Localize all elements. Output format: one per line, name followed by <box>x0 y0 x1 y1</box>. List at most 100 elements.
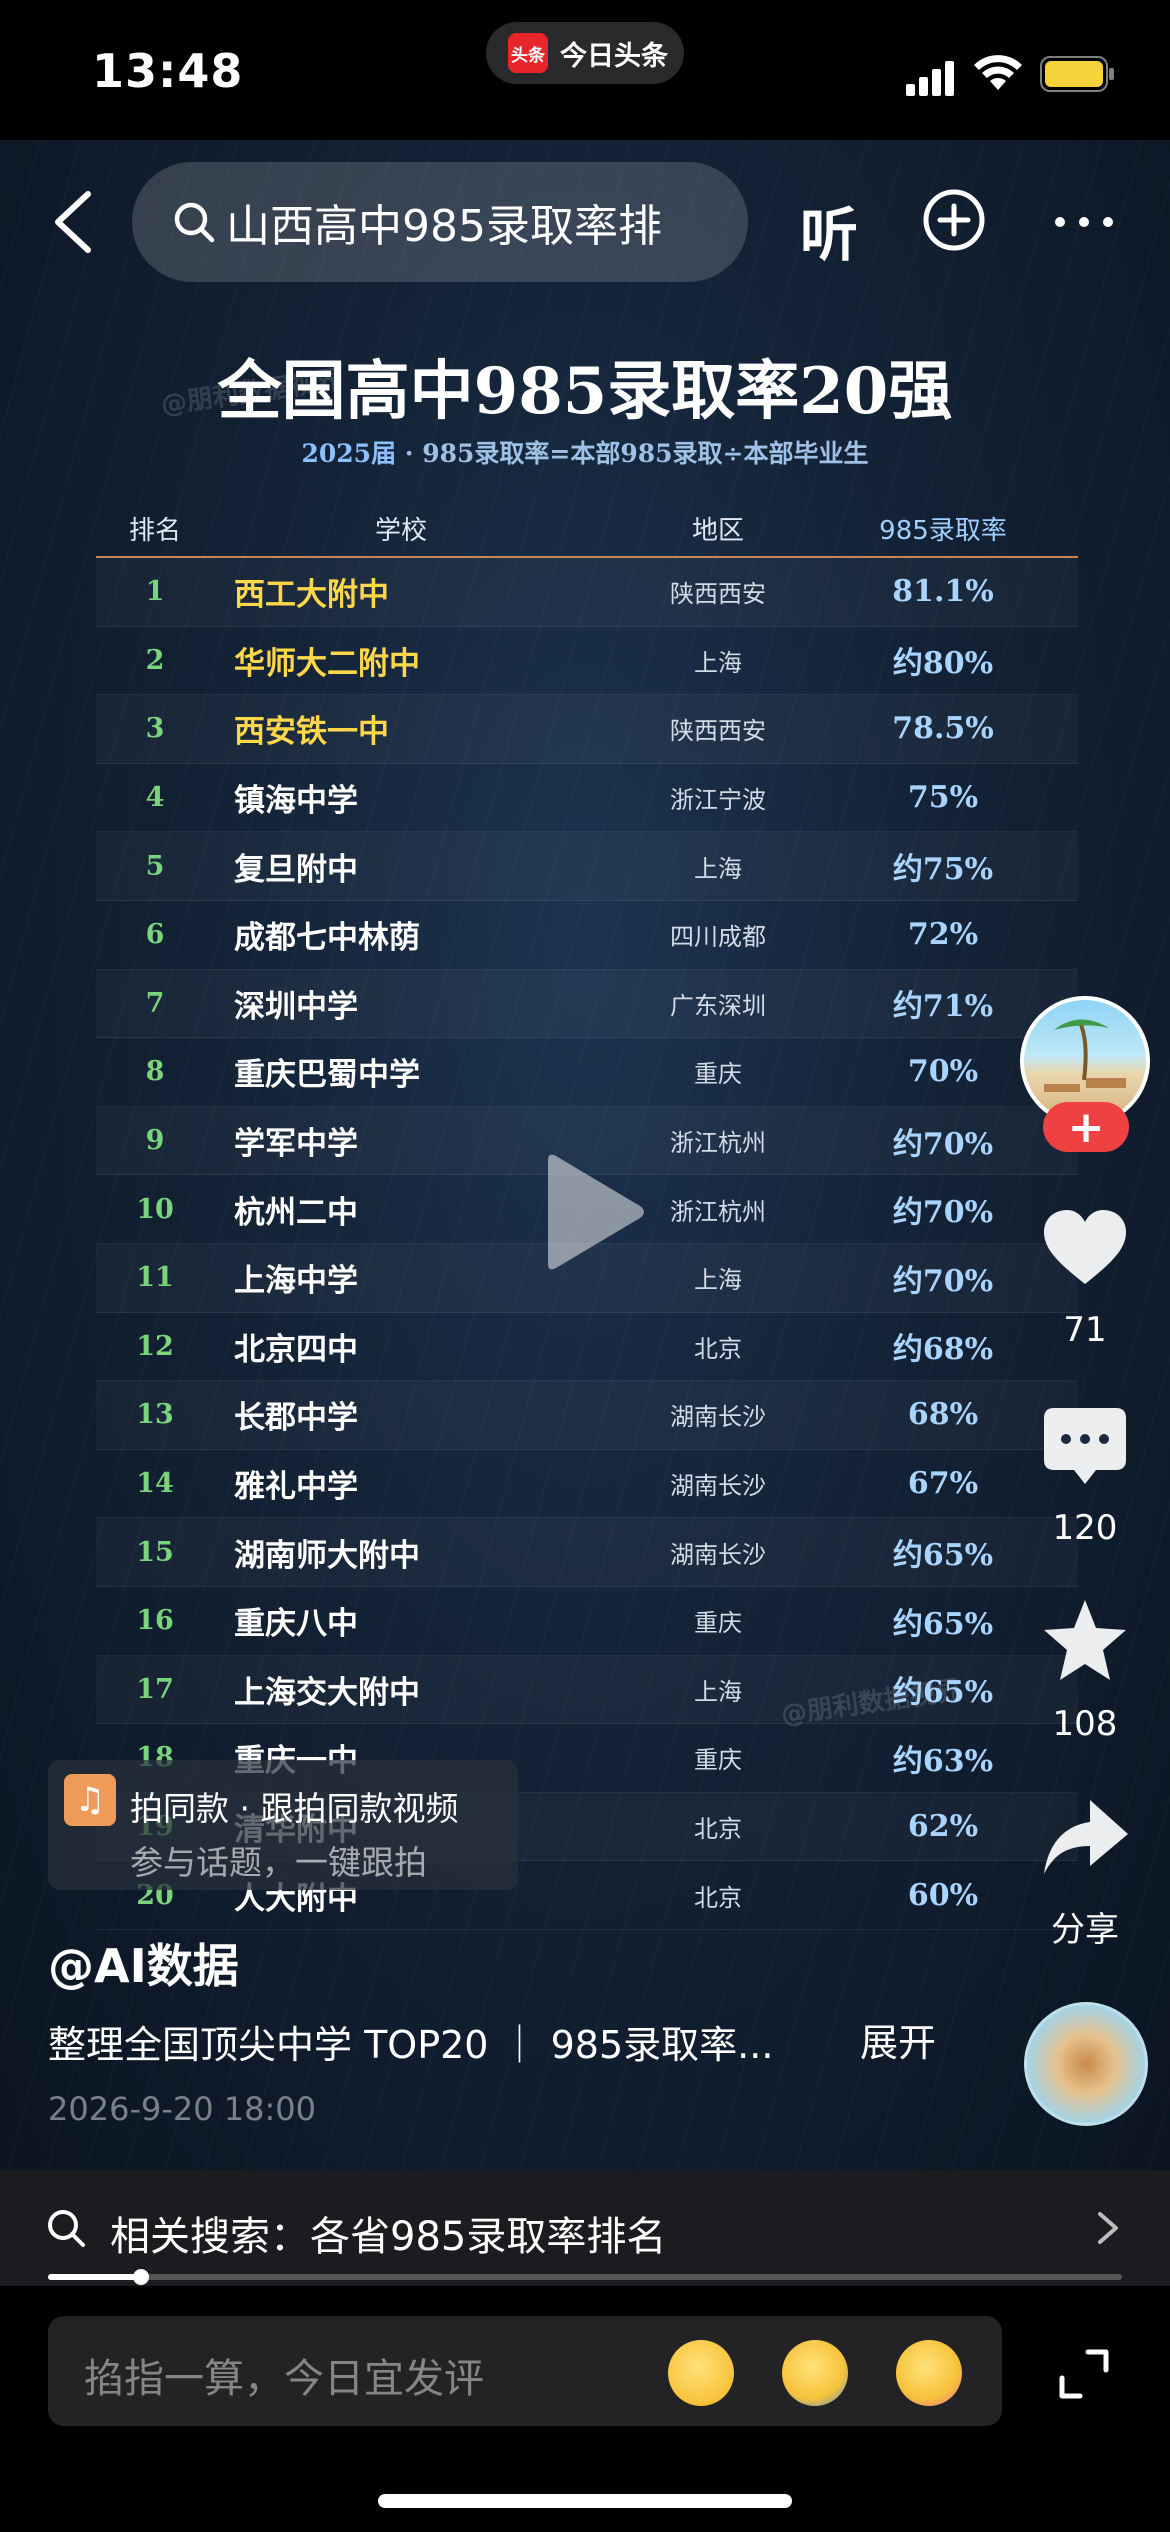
rate-cell: 72% <box>907 917 979 953</box>
rate-cell: 70% <box>907 1054 979 1090</box>
rate-cell: 约63% <box>892 1743 994 1779</box>
chart-subtitle: 2025届 · 985录取率=本部985录取÷本部毕业生 <box>0 434 1170 470</box>
rank-cell: 14 <box>136 1468 174 1500</box>
rate-cell: 约70% <box>892 1195 994 1231</box>
rate-cell: 约75% <box>892 852 994 888</box>
comment-input[interactable]: 掐指一算，今日宜发评 <box>48 2316 1002 2426</box>
region-cell: 陕西西安 <box>670 580 766 609</box>
search-bar[interactable]: 山西高中985录取率排 <box>132 162 748 282</box>
app-switch-pill[interactable]: 头条 今日头条 <box>486 22 684 84</box>
comment-count: 120 <box>1052 1508 1118 1548</box>
school-cell: 杭州二中 <box>234 1194 358 1231</box>
rank-cell: 17 <box>136 1673 174 1705</box>
header-school: 学校 <box>374 515 427 546</box>
search-icon <box>48 2210 85 2247</box>
school-cell: 上海交大附中 <box>234 1674 420 1711</box>
school-cell: 成都七中林荫 <box>234 920 420 957</box>
shoot-same-card[interactable]: ♫ 拍同款 · 跟拍同款视频 参与话题，一键跟拍 <box>48 1760 518 1890</box>
like-heart-icon[interactable] <box>1040 1204 1130 1294</box>
rank-cell: 10 <box>136 1193 174 1225</box>
school-cell: 重庆八中 <box>234 1606 358 1643</box>
region-cell: 陕西西安 <box>670 717 766 746</box>
school-cell: 北京四中 <box>234 1331 358 1368</box>
author-name[interactable]: @AI数据 <box>48 1930 239 1996</box>
school-cell: 重庆巴蜀中学 <box>234 1057 420 1094</box>
follow-button[interactable]: + <box>1043 1102 1129 1153</box>
region-cell: 湖南长沙 <box>670 1403 766 1432</box>
region-cell: 重庆 <box>694 1060 742 1089</box>
home-indicator <box>378 2494 792 2508</box>
table-row: 16 重庆八中 重庆 约65% <box>96 1587 1078 1656</box>
chart-subtitle-year: 2025届 <box>301 439 397 468</box>
table-row: 3 西安铁一中 陕西西安 78.5% <box>96 695 1078 764</box>
comment-bubble-icon[interactable] <box>1040 1402 1130 1492</box>
rank-cell: 3 <box>145 713 165 745</box>
rank-cell: 9 <box>145 1125 165 1157</box>
rate-cell: 约65% <box>892 1606 994 1642</box>
school-cell: 雅礼中学 <box>234 1469 358 1506</box>
table-row: 12 北京四中 北京 约68% <box>96 1313 1078 1382</box>
search-icon <box>174 202 215 243</box>
favorite-count: 108 <box>1052 1704 1118 1744</box>
listen-button[interactable]: 听 <box>800 188 858 272</box>
school-cell: 长郡中学 <box>234 1400 358 1437</box>
add-circle-icon[interactable] <box>922 188 986 252</box>
post-description: 整理全国顶尖中学 TOP20 ｜ 985录取率... <box>48 2023 774 2067</box>
shoot-same-subtitle: 参与话题，一键跟拍 <box>130 1843 427 1882</box>
back-button[interactable] <box>48 190 100 254</box>
rate-cell: 约70% <box>892 1263 994 1299</box>
favorite-star-icon[interactable] <box>1040 1596 1130 1686</box>
video-progress-bar[interactable] <box>48 2269 1122 2285</box>
share-label[interactable]: 分享 <box>1020 1902 1150 1951</box>
region-cell: 广东深圳 <box>670 991 766 1020</box>
region-cell: 上海 <box>694 854 742 883</box>
table-row: 2 华师大二附中 上海 约80% <box>96 627 1078 696</box>
status-bar: 13:48 头条 今日头条 <box>0 0 1170 140</box>
post-date: 2026-9-20 18:00 <box>48 2090 316 2128</box>
related-search-text: 相关搜索：各省985录取率排名 <box>110 2214 667 2260</box>
region-cell: 上海 <box>694 1677 742 1706</box>
table-row: 5 复旦附中 上海 约75% <box>96 832 1078 901</box>
thinking-emoji-icon[interactable] <box>668 2340 734 2406</box>
school-cell: 上海中学 <box>234 1263 358 1300</box>
region-cell: 四川成都 <box>670 923 766 952</box>
expand-button[interactable]: 展开 <box>860 2012 936 2067</box>
region-cell: 湖南长沙 <box>670 1540 766 1569</box>
school-cell: 镇海中学 <box>234 783 358 820</box>
music-disc-avatar[interactable] <box>1024 2002 1148 2126</box>
laughing-tears-emoji-icon[interactable] <box>782 2340 848 2406</box>
rate-cell: 78.5% <box>892 711 994 747</box>
more-options-icon[interactable] <box>1052 212 1116 232</box>
rate-cell: 75% <box>907 780 979 816</box>
status-time: 13:48 <box>92 44 244 98</box>
table-header: 排名 学校 地区 985录取率 <box>96 500 1078 558</box>
rank-cell: 7 <box>145 987 165 1019</box>
fullscreen-icon[interactable] <box>1058 2348 1110 2400</box>
table-row: 7 深圳中学 广东深圳 约71% <box>96 970 1078 1039</box>
app-name: 今日头条 <box>560 40 668 72</box>
progress-fill <box>48 2274 142 2280</box>
header-rate: 985录取率 <box>879 515 1007 546</box>
table-row: 4 镇海中学 浙江宁波 75% <box>96 764 1078 833</box>
play-icon[interactable] <box>538 1152 648 1272</box>
school-cell: 学军中学 <box>234 1126 358 1163</box>
share-arrow-icon[interactable] <box>1040 1794 1130 1884</box>
school-cell: 复旦附中 <box>234 851 358 888</box>
rank-cell: 15 <box>136 1536 174 1568</box>
search-query: 山西高中985录取率排 <box>226 201 662 252</box>
table-row: 13 长郡中学 湖南长沙 68% <box>96 1381 1078 1450</box>
party-emoji-icon[interactable] <box>896 2340 962 2406</box>
table-row: 1 西工大附中 陕西西安 81.1% <box>96 558 1078 627</box>
cellular-signal-icon <box>906 61 954 96</box>
rate-cell: 约65% <box>892 1538 994 1574</box>
rank-cell: 8 <box>145 1056 165 1088</box>
related-search-bar[interactable]: 相关搜索：各省985录取率排名 <box>0 2170 1170 2286</box>
region-cell: 北京 <box>694 1814 742 1843</box>
rate-cell: 60% <box>907 1877 979 1913</box>
rate-cell: 约68% <box>892 1332 994 1368</box>
region-cell: 重庆 <box>694 1746 742 1775</box>
battery-icon <box>1040 56 1114 92</box>
school-cell: 深圳中学 <box>234 988 358 1025</box>
table-row: 17 上海交大附中 上海 约65% <box>96 1656 1078 1725</box>
rank-cell: 1 <box>145 576 165 608</box>
